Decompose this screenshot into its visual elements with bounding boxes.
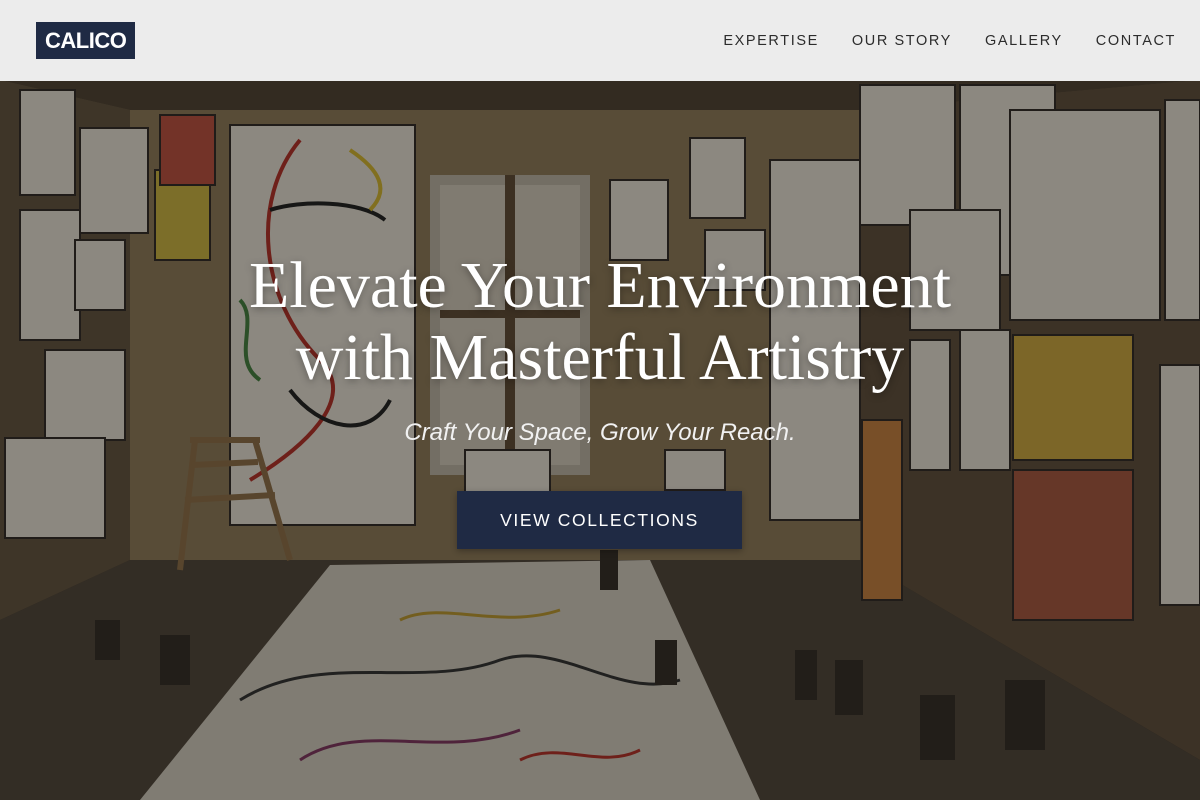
hero-subtitle: Craft Your Space, Grow Your Reach. [404, 419, 796, 446]
main-nav: EXPERTISE OUR STORY GALLERY CONTACT [723, 33, 1176, 49]
nav-link-expertise[interactable]: EXPERTISE [723, 33, 819, 49]
brand-logo[interactable]: CALICO [36, 22, 136, 59]
hero-dark-overlay [0, 0, 1200, 800]
nav-link-contact[interactable]: CONTACT [1096, 33, 1176, 49]
nav-link-our-story[interactable]: OUR STORY [852, 33, 952, 49]
hero-title-line-1: Elevate Your Environment [248, 249, 952, 322]
nav-link-gallery[interactable]: GALLERY [985, 33, 1063, 49]
landing-page: CALICO EXPERTISE OUR STORY GALLERY CONTA… [0, 0, 1200, 800]
hero-title: Elevate Your Environment with Masterful … [100, 250, 1100, 394]
hero-title-line-2: with Masterful Artistry [295, 321, 905, 394]
view-collections-button[interactable]: VIEW COLLECTIONS [457, 491, 742, 549]
site-header: CALICO EXPERTISE OUR STORY GALLERY CONTA… [0, 0, 1200, 81]
